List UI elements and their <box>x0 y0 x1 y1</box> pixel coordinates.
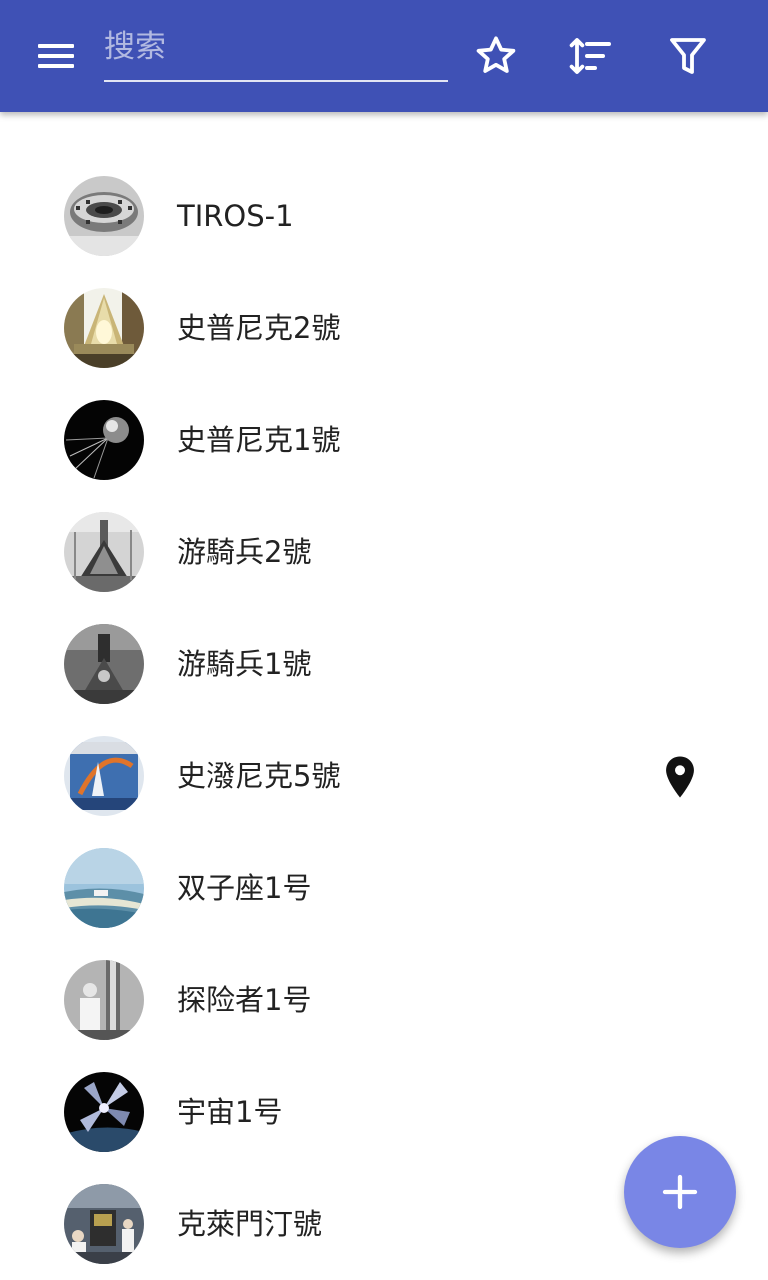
list-item[interactable]: 游騎兵1號 <box>0 608 768 720</box>
thumbnail-image <box>64 736 144 816</box>
list-item[interactable]: 史潑尼克5號 <box>0 720 768 832</box>
item-name: 探险者1号 <box>177 983 312 1017</box>
plus-icon <box>662 1174 698 1210</box>
thumbnail-image <box>64 960 144 1040</box>
thumbnail-image <box>64 176 144 256</box>
menu-icon[interactable] <box>34 38 78 74</box>
item-name: TIROS-1 <box>177 199 294 233</box>
add-button[interactable] <box>624 1136 736 1248</box>
item-name: 克萊門汀號 <box>177 1207 323 1241</box>
list-item[interactable]: 史普尼克1號 <box>0 384 768 496</box>
item-name: 双子座1号 <box>177 871 312 905</box>
satellite-list: TIROS-1 史普尼克2號 史普尼克1號 游騎兵2號 游騎兵1號 史潑尼克5號… <box>0 160 768 1280</box>
list-item[interactable]: 游騎兵2號 <box>0 496 768 608</box>
sort-icon[interactable] <box>567 32 615 80</box>
item-name: 宇宙1号 <box>177 1095 283 1129</box>
thumbnail-image <box>64 512 144 592</box>
list-item[interactable]: 双子座1号 <box>0 832 768 944</box>
thumbnail-image <box>64 288 144 368</box>
thumbnail-image <box>64 1184 144 1264</box>
location-pin-icon[interactable] <box>662 755 698 799</box>
search-field <box>104 18 448 82</box>
item-name: 史普尼克1號 <box>177 423 341 457</box>
star-icon[interactable] <box>472 32 520 80</box>
thumbnail-image <box>64 400 144 480</box>
item-name: 史潑尼克5號 <box>177 759 341 793</box>
list-item[interactable]: 探险者1号 <box>0 944 768 1056</box>
thumbnail-image <box>64 624 144 704</box>
app-bar <box>0 0 768 112</box>
item-name: 史普尼克2號 <box>177 311 341 345</box>
thumbnail-image <box>64 848 144 928</box>
filter-icon[interactable] <box>664 32 712 80</box>
search-input[interactable] <box>104 18 448 76</box>
thumbnail-image <box>64 1072 144 1152</box>
list-item[interactable]: 史普尼克2號 <box>0 272 768 384</box>
list-item[interactable]: TIROS-1 <box>0 160 768 272</box>
item-name: 游騎兵1號 <box>177 647 312 681</box>
item-name: 游騎兵2號 <box>177 535 312 569</box>
